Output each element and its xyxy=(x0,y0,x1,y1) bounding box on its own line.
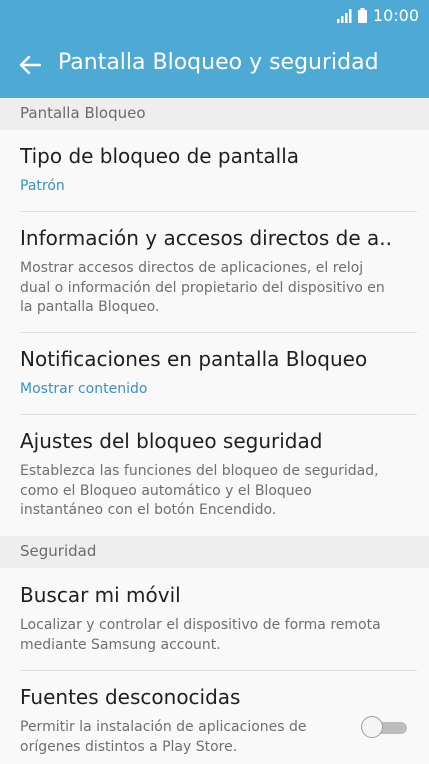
setting-find-my-mobile[interactable]: Buscar mi móvil Localizar y controlar el… xyxy=(0,569,429,670)
arrow-back-icon xyxy=(19,56,41,74)
section-header-lock-screen: Pantalla Bloqueo xyxy=(0,98,429,130)
setting-screen-lock-type[interactable]: Tipo de bloqueo de pantalla Patrón xyxy=(0,130,429,211)
setting-description: Mostrar accesos directos de aplicaciones… xyxy=(20,260,385,315)
setting-secure-lock[interactable]: Ajustes del bloqueo seguridad Establezca… xyxy=(0,415,429,536)
section-header-label: Pantalla Bloqueo xyxy=(20,104,146,122)
setting-title: Información y accesos directos de a.. xyxy=(20,226,392,250)
setting-description: Establezca las funciones del bloqueo de … xyxy=(20,463,379,518)
status-bar: 10:00 xyxy=(0,0,429,32)
setting-value: Mostrar contenido xyxy=(20,381,148,397)
setting-lock-screen-notifications[interactable]: Notificaciones en pantalla Bloqueo Mostr… xyxy=(0,333,429,414)
setting-description: Permitir la instalación de aplicaciones … xyxy=(20,719,307,755)
setting-title: Notificaciones en pantalla Bloqueo xyxy=(20,347,368,371)
status-time: 10:00 xyxy=(372,6,419,25)
setting-info-shortcuts[interactable]: Información y accesos directos de a.. Mo… xyxy=(0,212,429,332)
battery-icon xyxy=(357,8,367,23)
page-title: Pantalla Bloqueo y seguridad xyxy=(58,50,379,75)
setting-title: Buscar mi móvil xyxy=(20,583,181,607)
setting-value: Patrón xyxy=(20,178,65,194)
section-header-label: Seguridad xyxy=(20,542,97,560)
unknown-sources-toggle[interactable] xyxy=(361,715,407,741)
section-header-security: Seguridad xyxy=(0,536,429,568)
app-bar: Pantalla Bloqueo y seguridad xyxy=(0,32,429,98)
setting-unknown-sources[interactable]: Fuentes desconocidas Permitir la instala… xyxy=(0,671,429,764)
setting-title: Fuentes desconocidas xyxy=(20,685,241,709)
toggle-thumb xyxy=(361,716,383,738)
signal-icon xyxy=(336,8,352,23)
setting-description: Localizar y controlar el dispositivo de … xyxy=(20,617,381,653)
back-button[interactable] xyxy=(14,49,46,81)
status-icons: 10:00 xyxy=(336,6,419,25)
setting-title: Ajustes del bloqueo seguridad xyxy=(20,429,323,453)
setting-title: Tipo de bloqueo de pantalla xyxy=(20,144,300,168)
